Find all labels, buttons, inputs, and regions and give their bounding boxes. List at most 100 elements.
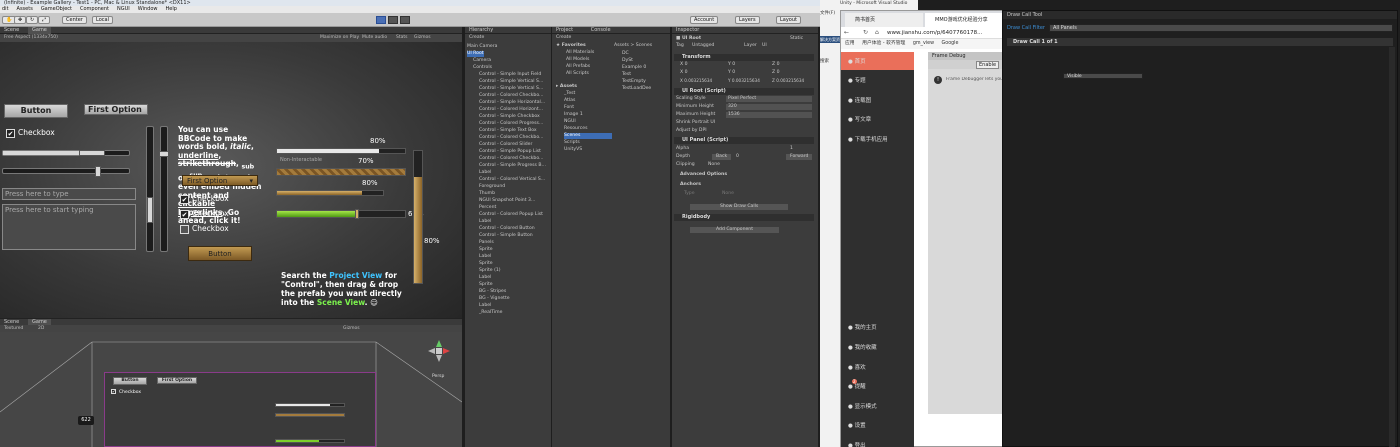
rotation-z[interactable]: Z 0 (772, 70, 780, 76)
demo-text-area[interactable]: Press here to start typing (2, 204, 136, 250)
hierarchy-item[interactable]: _RealTime (479, 310, 502, 316)
demo-checkbox[interactable]: ✔ Checkbox (6, 128, 55, 138)
scene-file-item[interactable]: Example 0 (622, 65, 646, 71)
scale-x[interactable]: X 0.003215634 (680, 78, 712, 84)
uiroot-field-value[interactable]: Pixel Perfect (726, 96, 812, 102)
project-assets-root[interactable]: ▸ Assets (556, 84, 577, 90)
menu-gameobject[interactable]: GameObject (41, 6, 72, 13)
position-x[interactable]: X 0 (680, 62, 688, 68)
hierarchy-item[interactable]: Label (479, 303, 491, 309)
nav-item-bookmark[interactable]: ● 我的收藏 (848, 343, 877, 351)
draw-call-filter-dropdown[interactable]: All Panels (1049, 24, 1393, 32)
demo-button[interactable]: Button (4, 104, 68, 118)
hierarchy-item[interactable]: Control - Colored Horizont... (479, 107, 543, 113)
render-q-mode-dropdown[interactable]: Visible (1063, 73, 1143, 79)
maximize-on-play-toggle[interactable]: Maximize on Play (320, 34, 359, 42)
hierarchy-item[interactable]: Control - Colored Vertical S... (479, 177, 545, 183)
position-z[interactable]: Z 0 (772, 62, 780, 68)
bookmark-google[interactable]: Google (942, 41, 959, 46)
hierarchy-item[interactable]: Main Camera (467, 44, 497, 50)
draw-call-header[interactable]: Draw Call 1 of 1 (1007, 38, 1393, 46)
hierarchy-item[interactable]: Control - Simple Horizontal... (479, 100, 545, 106)
favorites-item[interactable]: All Scripts (566, 71, 589, 77)
browser-tab-jianshu[interactable]: 简书首页 (845, 13, 923, 27)
pivot-center-button[interactable]: Center (62, 16, 87, 24)
resolution-dropdown[interactable]: Free Aspect (1334x750) (4, 34, 58, 42)
bookmark-gm-view[interactable]: gm_view (913, 41, 934, 46)
add-component-button[interactable]: Add Component (690, 227, 780, 233)
nav-item-pen[interactable]: ● 写文章 (848, 115, 871, 123)
shading-mode-dropdown[interactable]: Textured (4, 325, 23, 332)
hierarchy-item[interactable]: Foreground (479, 184, 505, 190)
bookmark-ux[interactable]: 用户体验 - 软齐管理 (862, 41, 905, 46)
hierarchy-item[interactable]: Camera (473, 58, 491, 64)
rotate-tool-icon[interactable]: ↻ (26, 16, 39, 24)
anchor-type-dropdown[interactable]: None (722, 191, 734, 197)
url-field[interactable]: www.jianshu.com/p/6407760178... (887, 30, 982, 36)
advanced-options-toggle[interactable]: Advanced Options (680, 172, 727, 178)
uiroot-section[interactable]: UI Root (Script) (674, 88, 814, 95)
progress-bar-4[interactable] (276, 209, 406, 219)
demo-colored-popup[interactable]: First Option ▾ (182, 175, 258, 186)
hierarchy-item[interactable]: Sprite (479, 261, 493, 267)
hierarchy-item[interactable]: Sprite (479, 282, 493, 288)
menu-window[interactable]: Window (138, 6, 158, 13)
hierarchy-item[interactable]: Control - Colored Popup List (479, 212, 543, 218)
depth-back-button[interactable]: Back (712, 154, 732, 160)
demo-input-field[interactable]: Press here to type (2, 188, 136, 200)
asset-folder-item[interactable]: Font (564, 105, 612, 111)
uipanel-field-value[interactable]: 0 (736, 154, 739, 160)
tab-project[interactable]: Project (556, 27, 573, 33)
frame-debug-enable-button[interactable]: Enable (976, 61, 1000, 69)
hierarchy-item[interactable]: Control - Simple Progress B... (479, 163, 546, 169)
draw-call-scrollbar[interactable] (1389, 47, 1395, 447)
favorites-item[interactable]: All Prefabs (566, 64, 590, 70)
layer-dropdown[interactable]: UI (762, 43, 767, 49)
play-button[interactable] (376, 16, 386, 24)
layout-dropdown[interactable]: Layout (776, 16, 801, 24)
favorites-item[interactable]: All Materials (566, 50, 594, 56)
hierarchy-item[interactable]: Thumb (479, 191, 495, 197)
hierarchy-item[interactable]: BG - Stripes (479, 289, 506, 295)
transform-section[interactable]: Transform (674, 54, 814, 61)
rotation-x[interactable]: X 0 (680, 70, 688, 76)
hierarchy-item[interactable]: Control - Simple Vertical S... (479, 79, 543, 85)
hierarchy-item[interactable]: Control - Simple Checkbox (479, 114, 540, 120)
draw-call-tool-tab[interactable]: Draw Call Tool (1003, 11, 1397, 19)
menu-component[interactable]: Component (80, 6, 109, 13)
nav-item-book[interactable]: ● 连载图 (848, 96, 871, 104)
demo-vertical-slider-2[interactable] (159, 126, 169, 252)
hierarchy-item[interactable]: Label (479, 254, 491, 260)
hierarchy-item[interactable]: NGUI Snapshot Point 3... (479, 198, 535, 204)
hierarchy-item[interactable]: Control - Colored Slider (479, 142, 532, 148)
tab-game[interactable]: Game (28, 27, 51, 34)
demo-horizontal-slider-1[interactable] (2, 150, 130, 156)
rotation-y[interactable]: Y 0 (728, 70, 735, 76)
2d-toggle[interactable]: 2D (38, 325, 44, 332)
hierarchy-item[interactable]: Control - Colored Button (479, 226, 535, 232)
static-toggle[interactable]: Static (790, 36, 803, 42)
asset-folder-item[interactable]: Scripts (564, 140, 612, 146)
hierarchy-item[interactable]: Label (479, 219, 491, 225)
nav-item-heart[interactable]: ● 喜欢 (848, 363, 866, 371)
hierarchy-item[interactable]: Control - Colored Checkbo... (479, 93, 543, 99)
tab-scene[interactable]: Scene (0, 27, 23, 34)
scene-view[interactable]: Button First Option ✔ Checkbox 622 Persp (0, 332, 462, 447)
hierarchy-item[interactable]: Control - Simple Button (479, 233, 533, 239)
position-y[interactable]: Y 0 (728, 62, 735, 68)
hierarchy-item[interactable]: Control - Simple Vertical S... (479, 86, 543, 92)
scene-file-item[interactable]: TestEmpty (622, 79, 646, 85)
vs-solution-explorer[interactable]: 解决方案资源管理器 (820, 36, 840, 43)
nav-item-bell[interactable]: ● 提醒 2 (848, 379, 866, 390)
vs-menu-file[interactable]: 文件(F) (820, 10, 835, 16)
scene-file-item[interactable]: DC (622, 51, 629, 57)
hierarchy-item[interactable]: Sprite (479, 247, 493, 253)
colored-checkbox-3[interactable]: Checkbox (180, 224, 229, 234)
hierarchy-item[interactable]: Panels (479, 240, 494, 246)
asset-folder-item[interactable]: UnityVS (564, 147, 612, 153)
scene-file-item[interactable]: DySt (622, 58, 633, 64)
depth-forward-button[interactable]: Forward (786, 154, 813, 160)
demo-first-option-popup[interactable]: First Option (84, 104, 148, 115)
colored-checkbox-2[interactable]: ✔ Checkbox (180, 209, 229, 219)
gizmos-dropdown[interactable]: Gizmos (414, 34, 431, 42)
